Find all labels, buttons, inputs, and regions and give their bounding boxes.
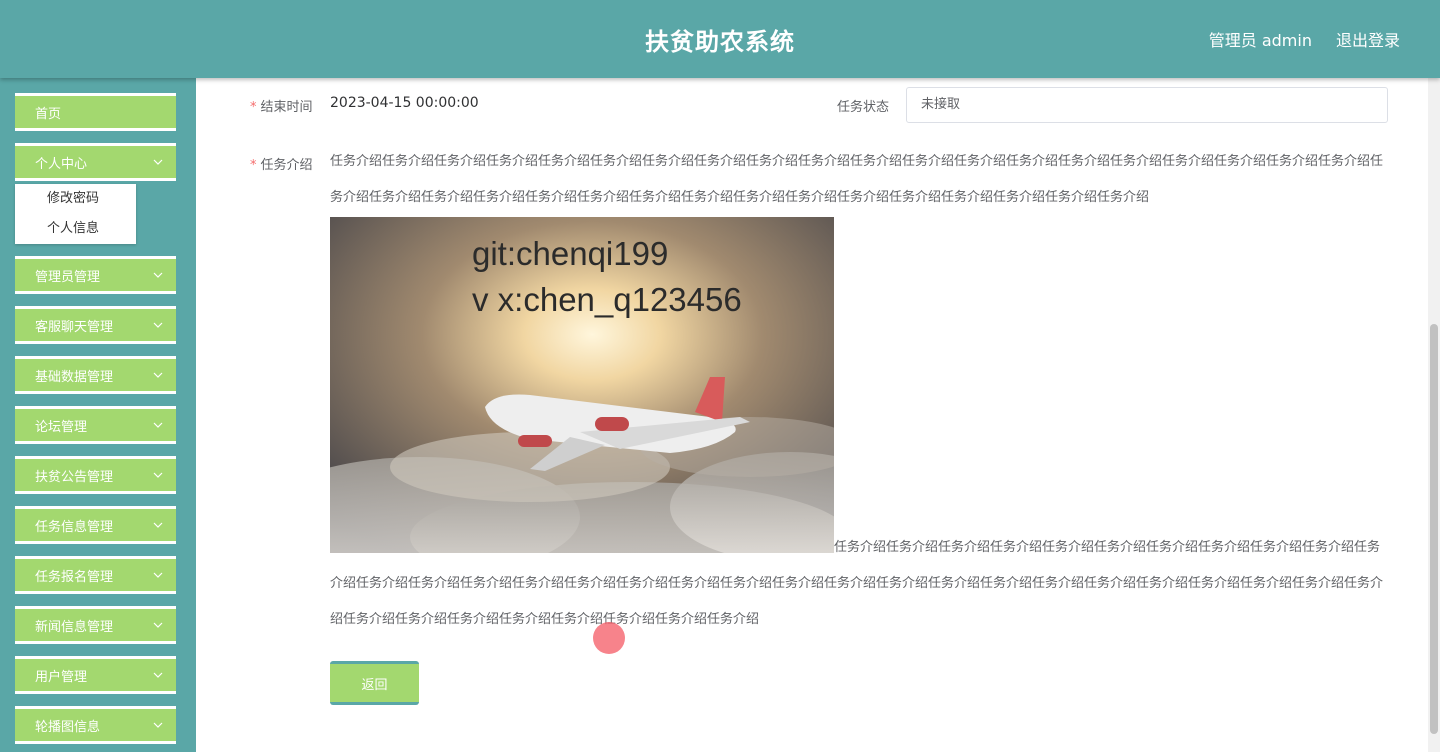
- task-status-field[interactable]: 未接取: [906, 87, 1388, 123]
- sidebar-item-admin-management[interactable]: 管理员管理: [15, 256, 176, 294]
- header-user-area: 管理员 admin 退出登录: [1209, 27, 1400, 51]
- personal-center-submenu: 修改密码 个人信息: [15, 184, 136, 244]
- sidebar-item-users[interactable]: 用户管理: [15, 656, 176, 694]
- scrollbar-thumb[interactable]: [1430, 324, 1438, 734]
- main-content: * 结束时间 2023-04-15 00:00:00 任务状态 未接取 * 任务介绍…: [196, 78, 1428, 752]
- sidebar-item-label: 轮播图信息: [35, 719, 101, 735]
- sidebar-item-label: 管理员管理: [35, 269, 101, 285]
- sidebar-item-label: 任务报名管理: [35, 569, 114, 585]
- task-description-image: git:chenqi199 v x:chen_q123456: [330, 217, 834, 553]
- logout-link[interactable]: 退出登录: [1336, 27, 1400, 51]
- back-button[interactable]: 返回: [330, 661, 419, 705]
- sidebar-item-label: 首页: [35, 106, 62, 122]
- sidebar-item-chat-management[interactable]: 客服聊天管理: [15, 306, 176, 344]
- chevron-down-icon: [153, 372, 163, 378]
- sidebar-item-label: 扶贫公告管理: [35, 469, 114, 485]
- sidebar-item-label: 任务信息管理: [35, 519, 114, 535]
- airplane-image: git:chenqi199 v x:chen_q123456: [330, 217, 834, 553]
- sidebar-item-announcement[interactable]: 扶贫公告管理: [15, 456, 176, 494]
- sidebar-item-news[interactable]: 新闻信息管理: [15, 606, 176, 644]
- sidebar-item-carousel[interactable]: 轮播图信息: [15, 706, 176, 744]
- chevron-down-icon: [153, 572, 163, 578]
- task-description-label: * 任务介绍: [250, 158, 313, 173]
- task-description-text-top: 任务介绍任务介绍任务介绍任务介绍任务介绍任务介绍任务介绍任务介绍任务介绍任务介绍…: [330, 154, 1384, 205]
- chevron-down-icon: [153, 472, 163, 478]
- sidebar-item-label: 新闻信息管理: [35, 619, 114, 635]
- chevron-down-icon: [153, 722, 163, 728]
- sidebar-item-task-info[interactable]: 任务信息管理: [15, 506, 176, 544]
- chevron-down-icon: [153, 622, 163, 628]
- sidebar-item-label: 用户管理: [35, 669, 88, 685]
- sidebar-item-base-data[interactable]: 基础数据管理: [15, 356, 176, 394]
- sidebar-item-task-signup[interactable]: 任务报名管理: [15, 556, 176, 594]
- chevron-down-icon: [153, 422, 163, 428]
- sidebar-item-home[interactable]: 首页: [15, 93, 176, 131]
- end-time-label: * 结束时间: [250, 100, 313, 115]
- sidebar-item-label: 基础数据管理: [35, 369, 114, 385]
- top-header: 扶贫助农系统 管理员 admin 退出登录: [0, 0, 1440, 78]
- task-description-text-bottom: 任务介绍任务介绍任务介绍任务介绍任务介绍任务介绍任务介绍任务介绍任务介绍任务介绍…: [330, 540, 1384, 627]
- image-text-line1: git:chenqi199: [472, 235, 668, 272]
- sidebar: 首页 个人中心 管理员管理 客服聊天管理 基础数据管理 论坛管理 扶贫公告管理 …: [0, 78, 196, 752]
- sidebar-item-forum[interactable]: 论坛管理: [15, 406, 176, 444]
- admin-user-label[interactable]: 管理员 admin: [1209, 27, 1312, 51]
- task-status-label: 任务状态: [837, 100, 890, 115]
- mouse-cursor-indicator: [593, 622, 625, 654]
- chevron-down-icon: [153, 272, 163, 278]
- sidebar-item-label: 论坛管理: [35, 419, 88, 435]
- chevron-down-icon: [153, 322, 163, 328]
- chevron-down-icon: [153, 522, 163, 528]
- chevron-down-icon: [153, 672, 163, 678]
- sidebar-item-label: 客服聊天管理: [35, 319, 114, 335]
- sidebar-item-personal-center[interactable]: 个人中心: [15, 143, 176, 181]
- end-time-value: 2023-04-15 00:00:00: [330, 95, 479, 111]
- sidebar-item-label: 个人中心: [35, 156, 88, 172]
- page-scrollbar[interactable]: [1428, 78, 1440, 752]
- submenu-item-change-password[interactable]: 修改密码: [15, 184, 136, 214]
- submenu-item-personal-info[interactable]: 个人信息: [15, 214, 136, 244]
- image-text-line2: v x:chen_q123456: [472, 281, 742, 318]
- chevron-down-icon: [153, 159, 163, 165]
